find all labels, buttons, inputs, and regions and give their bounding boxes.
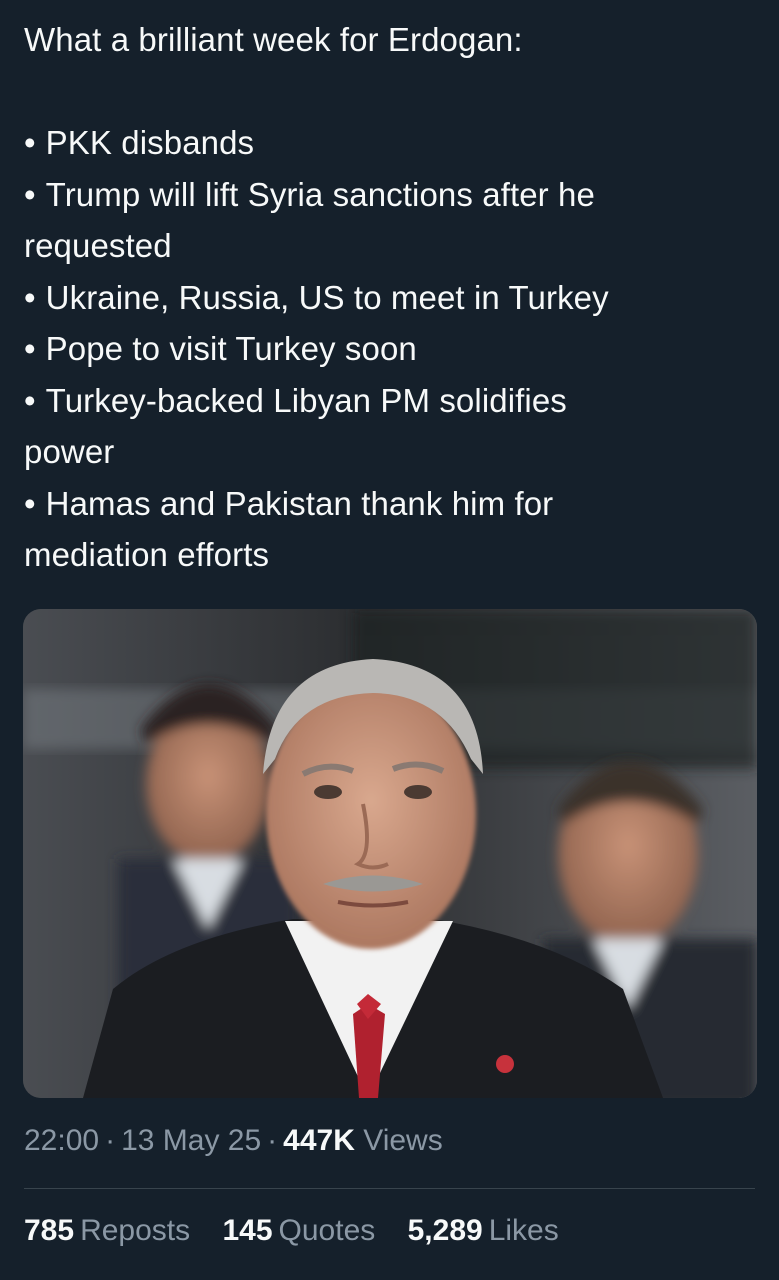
- bullet-icon: •: [24, 124, 36, 161]
- tweet-time[interactable]: 22:00: [24, 1124, 99, 1157]
- bullet-text: Pope to visit Turkey soon: [45, 330, 417, 367]
- bullet-text-continued: power: [24, 433, 115, 470]
- divider: [24, 1188, 755, 1189]
- bullet-text-continued: mediation efforts: [24, 536, 270, 573]
- likes-stat[interactable]: 5,289 Likes: [408, 1214, 559, 1248]
- bullet-icon: •: [24, 484, 36, 522]
- bullet-text: PKK disbands: [45, 124, 255, 161]
- tweet-text: What a brilliant week for Erdogan: • PKK …: [24, 14, 759, 581]
- bullet-text: Turkey-backed Libyan PM solidifies: [45, 381, 567, 419]
- bullet-text: Hamas and Pakistan thank him for: [45, 484, 554, 522]
- quotes-count: 145: [222, 1214, 273, 1247]
- tweet-meta: 22:00 · 13 May 25 · 447K Views: [24, 1124, 443, 1158]
- tweet-stats: 785 Reposts 145 Quotes 5,289 Likes: [24, 1214, 583, 1248]
- separator-dot: ·: [105, 1124, 116, 1157]
- bullet-text: Ukraine, Russia, US to meet in Turkey: [45, 278, 609, 316]
- views-label: Views: [363, 1124, 443, 1157]
- bullet-item: • Trump will lift Syria sanctions after h…: [24, 169, 759, 272]
- quotes-label: Quotes: [278, 1214, 376, 1247]
- bullet-item: • Hamas and Pakistan thank him for mediat…: [24, 478, 759, 581]
- separator-dot: ·: [267, 1124, 278, 1157]
- reposts-count: 785: [24, 1214, 75, 1247]
- quotes-stat[interactable]: 145 Quotes: [222, 1214, 375, 1248]
- bullet-icon: •: [24, 381, 36, 419]
- likes-count: 5,289: [407, 1214, 483, 1247]
- bullet-text-continued: requested: [24, 227, 172, 264]
- reposts-stat[interactable]: 785 Reposts: [24, 1214, 190, 1248]
- bullet-icon: •: [24, 278, 36, 316]
- likes-label: Likes: [488, 1214, 559, 1247]
- bullet-item: • PKK disbands: [24, 117, 759, 169]
- tweet-date[interactable]: 13 May 25: [121, 1124, 261, 1157]
- tweet-intro: What a brilliant week for Erdogan:: [24, 21, 523, 58]
- bullet-icon: •: [24, 175, 36, 213]
- bullet-item: • Pope to visit Turkey soon: [24, 323, 759, 375]
- views-count: 447K: [283, 1124, 355, 1157]
- bullet-item: • Turkey-backed Libyan PM solidifies powe…: [24, 375, 759, 478]
- bullet-icon: •: [24, 330, 36, 367]
- reposts-label: Reposts: [80, 1214, 191, 1247]
- bullet-item: • Ukraine, Russia, US to meet in Turkey: [24, 272, 759, 324]
- bullet-text: Trump will lift Syria sanctions after he: [45, 175, 595, 213]
- photo-illustration: [23, 609, 757, 1098]
- tweet-photo[interactable]: [23, 609, 757, 1098]
